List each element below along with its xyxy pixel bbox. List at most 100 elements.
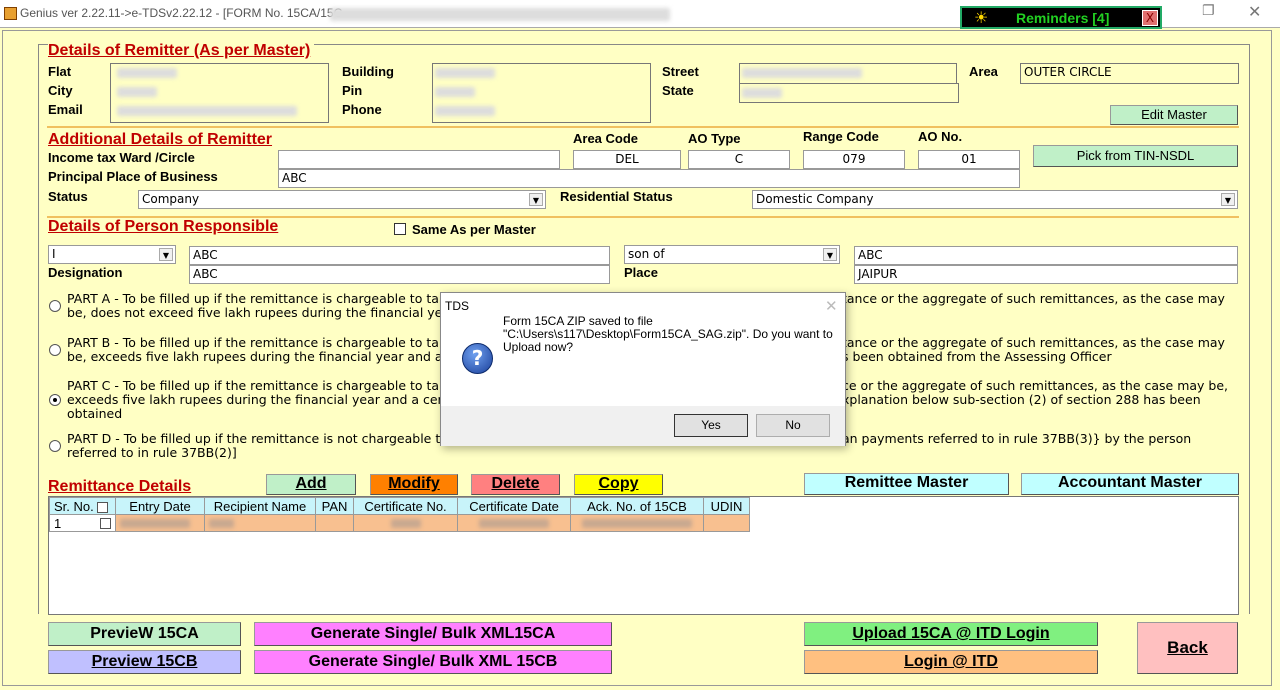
dialog-close-icon[interactable]: ✕ bbox=[825, 297, 838, 315]
delete-button[interactable]: Delete bbox=[471, 474, 560, 495]
part-c-radio[interactable] bbox=[49, 394, 61, 406]
login-itd-button[interactable]: Login @ ITD bbox=[804, 650, 1098, 674]
copy-button[interactable]: Copy bbox=[574, 474, 663, 495]
person-name-field[interactable]: ABC bbox=[189, 246, 610, 265]
flat-city-email-fields[interactable] bbox=[110, 63, 329, 123]
ward-label: Income tax Ward /Circle bbox=[48, 150, 195, 165]
ppb-label: Principal Place of Business bbox=[48, 169, 218, 184]
app-icon bbox=[4, 7, 17, 20]
ward-field[interactable] bbox=[278, 150, 560, 169]
chevron-down-icon: ▼ bbox=[529, 193, 543, 206]
pick-from-tin-nsdl-button[interactable]: Pick from TIN-NSDL bbox=[1033, 145, 1238, 167]
part-b-radio[interactable] bbox=[49, 344, 61, 356]
area-field[interactable]: OUTER CIRCLE bbox=[1020, 63, 1239, 84]
preview-15cb-button[interactable]: Preview 15CB bbox=[48, 650, 241, 674]
dialog-title: TDS bbox=[445, 299, 469, 313]
generate-xml-15cb-button[interactable]: Generate Single/ Bulk XML 15CB bbox=[254, 650, 612, 674]
generate-xml-15ca-button[interactable]: Generate Single/ Bulk XML15CA bbox=[254, 622, 612, 646]
person-heading: Details of Person Responsible bbox=[48, 218, 278, 236]
chevron-down-icon: ▼ bbox=[159, 248, 173, 261]
residential-status-value: Domestic Company bbox=[756, 192, 873, 206]
chevron-down-icon: ▼ bbox=[823, 248, 837, 261]
chevron-down-icon: ▼ bbox=[1221, 193, 1235, 206]
part-c-text-right: ce or the aggregate of such remittances,… bbox=[842, 379, 1228, 407]
row-checkbox[interactable] bbox=[100, 518, 111, 529]
part-d-text: PART D - To be filled up if the remittan… bbox=[67, 432, 440, 460]
back-button[interactable]: Back bbox=[1137, 622, 1238, 674]
part-d-text-right: an payments referred to in rule 37BB(3)}… bbox=[842, 432, 1191, 446]
remittance-table: Sr. No. Entry Date Recipient Name PAN Ce… bbox=[49, 497, 750, 532]
ao-type-field[interactable]: C bbox=[688, 150, 790, 169]
no-button[interactable]: No bbox=[756, 414, 830, 437]
table-row[interactable]: 1 bbox=[50, 515, 750, 532]
part-a-text: PART A - To be filled up if the remittan… bbox=[67, 292, 442, 320]
flat-label: Flat bbox=[48, 64, 71, 79]
street-field[interactable] bbox=[739, 63, 957, 84]
part-d-radio[interactable] bbox=[49, 440, 61, 452]
col-recipient-name: Recipient Name bbox=[205, 498, 316, 515]
area-label: Area bbox=[969, 64, 998, 79]
col-entry-date: Entry Date bbox=[116, 498, 205, 515]
yes-button[interactable]: Yes bbox=[674, 414, 748, 437]
add-button[interactable]: Add bbox=[266, 474, 356, 495]
reminders-label: Reminders [4] bbox=[1016, 10, 1109, 26]
close-icon[interactable]: ✕ bbox=[1248, 2, 1261, 21]
remittee-master-button[interactable]: Remittee Master bbox=[804, 473, 1009, 495]
col-sr-no: Sr. No. bbox=[50, 498, 116, 515]
status-value: Company bbox=[142, 192, 199, 206]
prefix-select[interactable]: I▼ bbox=[48, 245, 176, 264]
state-field[interactable] bbox=[739, 83, 959, 103]
reminders-close-button[interactable]: X bbox=[1142, 10, 1158, 26]
same-as-master-checkbox[interactable] bbox=[394, 223, 406, 235]
residential-status-select[interactable]: Domestic Company ▼ bbox=[752, 190, 1238, 209]
state-label: State bbox=[662, 83, 694, 98]
col-ack-no: Ack. No. of 15CB bbox=[571, 498, 704, 515]
ao-no-field[interactable]: 01 bbox=[918, 150, 1020, 169]
col-certificate-date: Certificate Date bbox=[458, 498, 571, 515]
ppb-field[interactable]: ABC bbox=[278, 169, 1020, 188]
preview-15ca-button[interactable]: PrevieW 15CA bbox=[48, 622, 241, 646]
area-code-field[interactable]: DEL bbox=[573, 150, 681, 169]
col-pan: PAN bbox=[316, 498, 354, 515]
part-c-text: PART C - To be filled up if the remittan… bbox=[67, 379, 443, 421]
remitter-heading: Details of Remitter (As per Master) bbox=[48, 42, 314, 60]
phone-label: Phone bbox=[342, 102, 382, 117]
accountant-master-button[interactable]: Accountant Master bbox=[1021, 473, 1239, 495]
part-a-text-right: tance or the aggregate of such remittanc… bbox=[842, 292, 1225, 306]
city-label: City bbox=[48, 83, 73, 98]
range-code-label: Range Code bbox=[803, 129, 879, 144]
upload-15ca-button[interactable]: Upload 15CA @ ITD Login bbox=[804, 622, 1098, 646]
status-label: Status bbox=[48, 189, 88, 204]
col-udin: UDIN bbox=[704, 498, 750, 515]
part-b-text: PART B - To be filled up if the remittan… bbox=[67, 336, 443, 364]
reminders-box[interactable]: ☀ Reminders [4] X bbox=[960, 6, 1162, 29]
remittance-table-area: Sr. No. Entry Date Recipient Name PAN Ce… bbox=[48, 496, 1239, 615]
pin-label: Pin bbox=[342, 83, 362, 98]
additional-heading: Additional Details of Remitter bbox=[48, 131, 272, 149]
building-label: Building bbox=[342, 64, 394, 79]
restore-icon[interactable]: ❐ bbox=[1202, 3, 1215, 19]
place-field[interactable]: JAIPUR bbox=[854, 265, 1238, 284]
part-a-radio[interactable] bbox=[49, 300, 61, 312]
table-header: Sr. No. Entry Date Recipient Name PAN Ce… bbox=[50, 498, 750, 515]
select-all-checkbox[interactable] bbox=[97, 502, 108, 513]
status-select[interactable]: Company ▼ bbox=[138, 190, 546, 209]
lightbulb-icon: ☀ bbox=[974, 8, 988, 27]
area-code-label: Area Code bbox=[573, 131, 638, 146]
street-label: Street bbox=[662, 64, 699, 79]
father-name-field[interactable]: ABC bbox=[854, 246, 1238, 265]
col-certificate-no: Certificate No. bbox=[354, 498, 458, 515]
ao-no-label: AO No. bbox=[918, 129, 962, 144]
modify-button[interactable]: Modify bbox=[370, 474, 458, 495]
divider bbox=[47, 126, 1239, 128]
range-code-field[interactable]: 079 bbox=[803, 150, 905, 169]
confirm-dialog: TDS ✕ ? Form 15CA ZIP saved to file"C:\U… bbox=[440, 292, 846, 446]
prefix-value: I bbox=[52, 247, 56, 261]
designation-field[interactable]: ABC bbox=[189, 265, 610, 284]
same-as-master-label: Same As per Master bbox=[412, 222, 536, 237]
relation-select[interactable]: son of▼ bbox=[624, 245, 840, 264]
edit-master-button[interactable]: Edit Master bbox=[1110, 105, 1238, 125]
question-icon: ? bbox=[462, 343, 493, 374]
building-pin-phone-fields[interactable] bbox=[432, 63, 651, 123]
sr-no-cell: 1 bbox=[54, 516, 61, 531]
